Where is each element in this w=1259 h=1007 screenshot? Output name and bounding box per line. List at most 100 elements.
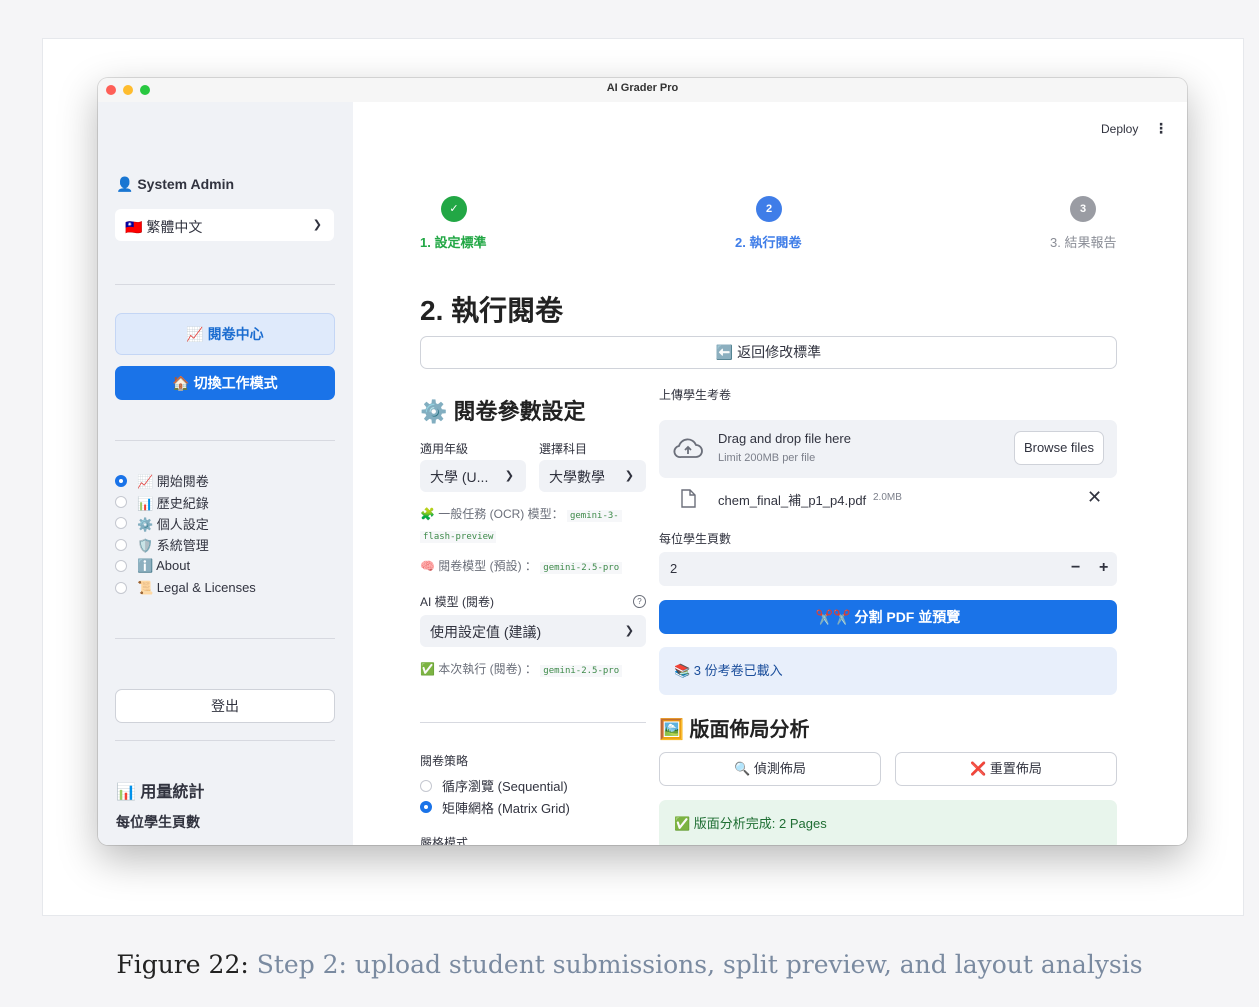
title-bar: AI Grader Pro bbox=[98, 78, 1187, 103]
ai-model-label: AI 模型 (閱卷) bbox=[420, 595, 494, 609]
nav-radio-option[interactable]: 📜 Legal & Licenses bbox=[115, 577, 256, 598]
loaded-info-alert: 📚 3 份考卷已載入 bbox=[659, 647, 1117, 695]
ocr-model-note: 🧩 一般任務 (OCR) 模型： gemini-3- flash-preview bbox=[420, 505, 646, 547]
radio-button[interactable] bbox=[115, 517, 127, 530]
radio-button[interactable] bbox=[115, 496, 127, 509]
browse-files-button[interactable]: Browse files bbox=[1014, 431, 1104, 465]
nav-radio-option[interactable]: ⚙️ 個人設定 bbox=[115, 513, 256, 534]
radio-button[interactable] bbox=[115, 560, 127, 573]
grade-select[interactable]: 大學 (U... ❯ bbox=[420, 460, 526, 492]
radio-button[interactable] bbox=[115, 474, 127, 487]
exec-model-name: gemini-2.5-pro bbox=[540, 665, 623, 677]
strategy-label: 閱卷策略 bbox=[420, 754, 469, 768]
chevron-down-icon: ❯ bbox=[312, 219, 322, 231]
caption-text: Step 2: upload student submissions, spli… bbox=[256, 950, 1143, 979]
exec-model-note: ✅ 本次執行 (閱卷) ： gemini-2.5-pro bbox=[420, 660, 646, 681]
page-title: 2. 執行閱卷 bbox=[420, 295, 564, 326]
pages-per-student-value: 2 bbox=[670, 561, 678, 576]
radio-button[interactable] bbox=[420, 779, 432, 792]
strategy-radio-group: 循序瀏覽 (Sequential) 矩陣網格 (Matrix Grid) bbox=[420, 775, 646, 818]
layout-section-title: 🖼️ 版面佈局分析 bbox=[659, 719, 810, 741]
step-2-label: 2. 執行閱卷 bbox=[735, 235, 802, 250]
strict-mode-label: 嚴格模式 bbox=[420, 836, 469, 845]
dropzone-limit: Limit 200MB per file bbox=[718, 452, 816, 464]
ocr-model-name-2: flash-preview bbox=[420, 531, 497, 543]
ai-model-value: 使用設定值 (建議) bbox=[430, 624, 542, 640]
caption-figure-number: Figure 22: bbox=[116, 950, 249, 979]
language-select[interactable]: 🇹🇼 繁體中文 ❯ bbox=[115, 209, 334, 241]
back-to-criteria-button[interactable]: ⬅️ 返回修改標準 bbox=[420, 336, 1117, 369]
radio-button[interactable] bbox=[115, 538, 127, 551]
figure-caption: Figure 22: Step 2: upload student submis… bbox=[0, 950, 1259, 979]
divider bbox=[115, 284, 335, 285]
layout-success-alert: ✅ 版面分析完成: 2 Pages bbox=[659, 800, 1117, 845]
upload-label: 上傳學生考卷 bbox=[659, 388, 732, 402]
strategy-option-label: 循序瀏覽 (Sequential) bbox=[442, 779, 568, 795]
language-value: 🇹🇼 繁體中文 bbox=[125, 219, 203, 235]
page-radio-group: 📈 開始閱卷 📊 歷史紀錄 ⚙️ 個人設定 🛡️ 系統管理 ℹ️ About 📜 Lega… bbox=[115, 470, 256, 598]
chevron-down-icon: ❯ bbox=[624, 470, 634, 482]
divider bbox=[115, 638, 335, 639]
radio-button[interactable] bbox=[115, 581, 127, 594]
params-section-title: ⚙️ 閱卷參數設定 bbox=[420, 399, 586, 424]
nav-radio-option[interactable]: 📊 歷史紀錄 bbox=[115, 491, 256, 512]
strategy-option-sequential[interactable]: 循序瀏覽 (Sequential) bbox=[420, 775, 646, 796]
nav-radio-label: 🛡️ 系統管理 bbox=[137, 538, 209, 554]
file-dropzone[interactable]: Drag and drop file here Limit 200MB per … bbox=[659, 420, 1117, 478]
divider bbox=[115, 740, 335, 741]
window-title: AI Grader Pro bbox=[606, 82, 679, 94]
uploaded-file-row: chem_final_補_p1_p4.pdf 2.0MB ✕ bbox=[659, 480, 1117, 516]
subject-value: 大學數學 bbox=[549, 469, 605, 485]
chevron-down-icon: ❯ bbox=[504, 470, 514, 482]
deploy-button[interactable]: Deploy bbox=[1101, 122, 1138, 136]
file-size: 2.0MB bbox=[873, 492, 902, 503]
cloud-upload-icon bbox=[673, 438, 703, 458]
strategy-option-matrix[interactable]: 矩陣網格 (Matrix Grid) bbox=[420, 796, 646, 817]
subject-select[interactable]: 大學數學 ❯ bbox=[539, 460, 646, 492]
step-1-label: 1. 設定標準 bbox=[420, 235, 487, 250]
main-content: Deploy ⋮ ✓ 1. 設定標準 2 2. 執行閱卷 3 3. 結果報告 2… bbox=[353, 102, 1187, 845]
dropzone-text: Drag and drop file here bbox=[718, 431, 851, 446]
file-icon bbox=[681, 489, 696, 508]
step-3-label: 3. 結果報告 bbox=[1050, 235, 1117, 250]
usage-stats-title: 📊 用量統計 bbox=[116, 784, 205, 801]
nav-radio-label: 📊 歷史紀錄 bbox=[137, 495, 209, 511]
pages-per-student-label: 每位學生頁數 bbox=[659, 532, 732, 546]
ai-model-select[interactable]: 使用設定值 (建議) ❯ bbox=[420, 615, 646, 647]
switch-mode-button[interactable]: 🏠 切換工作模式 bbox=[115, 366, 335, 400]
remove-file-icon[interactable]: ✕ bbox=[1087, 487, 1102, 508]
nav-radio-label: 📈 開始閱卷 bbox=[137, 474, 209, 490]
strategy-option-label: 矩陣網格 (Matrix Grid) bbox=[442, 800, 570, 816]
step-1-marker: ✓ bbox=[441, 196, 467, 222]
grade-label: 適用年級 bbox=[420, 442, 469, 456]
sidebar: 👤 System Admin 🇹🇼 繁體中文 ❯ 📈 閱卷中心 🏠 切換工作模式… bbox=[98, 102, 353, 845]
radio-button[interactable] bbox=[420, 801, 432, 814]
divider bbox=[420, 722, 646, 723]
increment-button[interactable]: + bbox=[1099, 559, 1108, 577]
decrement-button[interactable]: − bbox=[1071, 559, 1080, 577]
pages-per-student-input[interactable]: 2 − + bbox=[659, 552, 1117, 586]
chevron-down-icon: ❯ bbox=[624, 625, 634, 637]
grading-center-button[interactable]: 📈 閱卷中心 bbox=[115, 313, 335, 355]
user-name: 👤 System Admin bbox=[116, 176, 235, 192]
more-menu-icon[interactable]: ⋮ bbox=[1154, 120, 1168, 137]
nav-radio-label: ℹ️ About bbox=[137, 558, 191, 574]
step-3-marker: 3 bbox=[1070, 196, 1096, 222]
nav-radio-option[interactable]: ℹ️ About bbox=[115, 556, 256, 577]
step-2-marker: 2 bbox=[756, 196, 782, 222]
nav-radio-label: ⚙️ 個人設定 bbox=[137, 516, 209, 532]
exec-model-note-text: ✅ 本次執行 (閱卷) ： bbox=[420, 662, 537, 676]
app-window: AI Grader Pro 👤 System Admin 🇹🇼 繁體中文 ❯ 📈… bbox=[98, 78, 1187, 845]
nav-radio-label: 📜 Legal & Licenses bbox=[137, 579, 256, 595]
ocr-model-note-text: 🧩 一般任務 (OCR) 模型： bbox=[420, 507, 564, 521]
nav-radio-option[interactable]: 🛡️ 系統管理 bbox=[115, 534, 256, 555]
detect-layout-button[interactable]: 🔍 偵測佈局 bbox=[659, 752, 881, 786]
logout-button[interactable]: 登出 bbox=[115, 689, 335, 723]
grading-model-note: 🧠 閱卷模型 (預設) ： gemini-2.5-pro bbox=[420, 557, 646, 578]
ocr-model-name-1: gemini-3- bbox=[566, 510, 622, 522]
split-pdf-button[interactable]: ✂️✂️ 分割 PDF 並預覽 bbox=[659, 600, 1117, 634]
nav-radio-option[interactable]: 📈 開始閱卷 bbox=[115, 470, 256, 491]
reset-layout-button[interactable]: ❌ 重置佈局 bbox=[895, 752, 1117, 786]
help-icon[interactable]: ? bbox=[633, 595, 646, 608]
file-name: chem_final_補_p1_p4.pdf bbox=[718, 493, 867, 508]
